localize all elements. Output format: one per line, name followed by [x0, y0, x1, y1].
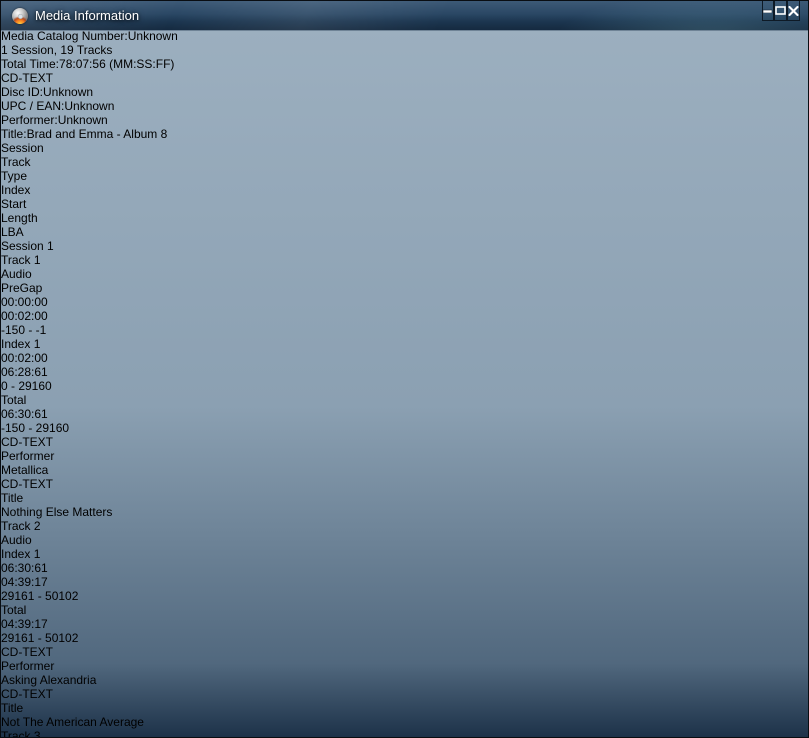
- cdtext-groupbox: CD-TEXT Disc ID:Unknown UPC / EAN:Unknow…: [1, 71, 808, 141]
- title-bar[interactable]: Media Information: [1, 1, 808, 31]
- table-cell: Asking Alexandria: [1, 673, 808, 687]
- disc-id-label: Disc ID:: [1, 85, 43, 99]
- table-cell: 0 - 29160: [1, 379, 808, 393]
- table-row[interactable]: CD-TEXTTitleNot The American Average: [1, 687, 808, 729]
- table-cell: -150 - 29160: [1, 421, 808, 435]
- cdtext-group-label: CD-TEXT: [1, 71, 808, 85]
- column-header-session[interactable]: Session: [1, 141, 808, 155]
- media-catalog-number-value: Unknown: [128, 29, 178, 43]
- disc-hole-icon-part: [18, 14, 23, 19]
- table-cell: CD-TEXT: [1, 687, 808, 701]
- table-cell: CD-TEXT: [1, 477, 808, 491]
- table-cell: 04:39:17: [1, 617, 808, 631]
- table-cell: 29161 - 50102: [1, 589, 808, 603]
- dialog-client-area: Information Volume Label:Brad and Emma -…: [1, 1, 808, 738]
- total-time-row: Total Time:78:07:56 (MM:SS:FF): [1, 57, 808, 71]
- media-catalog-number-row: Media Catalog Number:Unknown: [1, 29, 808, 43]
- performer-value: Unknown: [58, 113, 108, 127]
- column-header-start[interactable]: Start: [1, 197, 808, 211]
- table-cell: Index 1: [1, 547, 808, 561]
- table-cell: 00:00:00: [1, 295, 808, 309]
- table-cell: Title: [1, 491, 808, 505]
- table-row[interactable]: Session 1Track 1AudioPreGap00:00:0000:02…: [1, 239, 808, 337]
- disc-icon: [12, 8, 28, 24]
- table-row[interactable]: Track 2AudioIndex 106:30:6104:39:1729161…: [1, 519, 808, 603]
- table-cell: Session 1: [1, 239, 808, 253]
- close-button[interactable]: [787, 1, 800, 21]
- table-cell: 04:39:17: [1, 575, 808, 589]
- column-header-length[interactable]: Length: [1, 211, 808, 225]
- table-row[interactable]: CD-TEXTPerformerMetallica: [1, 435, 808, 477]
- table-cell: Track 1: [1, 253, 808, 267]
- table-cell: Track 3: [1, 729, 808, 738]
- column-header-index[interactable]: Index: [1, 183, 808, 197]
- upc-ean-value: Unknown: [64, 99, 114, 113]
- track-table-header: SessionTrackTypeIndexStartLengthLBA: [1, 141, 808, 239]
- table-cell: 00:02:00: [1, 351, 808, 365]
- table-row[interactable]: Index 100:02:0006:28:610 - 29160: [1, 337, 808, 393]
- total-time-value: 78:07:56 (MM:SS:FF): [59, 57, 174, 71]
- performer-label: Performer:: [1, 113, 58, 127]
- disc-id-value: Unknown: [43, 85, 93, 99]
- table-cell: 06:30:61: [1, 561, 808, 575]
- minimize-icon: [763, 9, 773, 13]
- media-information-window: Media Information Information: [0, 0, 809, 738]
- table-cell: Nothing Else Matters: [1, 505, 808, 519]
- upc-ean-label: UPC / EAN:: [1, 99, 64, 113]
- media-catalog-number-label: Media Catalog Number:: [1, 29, 128, 43]
- performer-row: Performer:Unknown: [1, 113, 808, 127]
- table-cell: Audio: [1, 533, 808, 547]
- table-cell: 00:02:00: [1, 309, 808, 323]
- table-cell: CD-TEXT: [1, 435, 808, 449]
- table-cell: 06:28:61: [1, 365, 808, 379]
- window-title: Media Information: [35, 8, 139, 23]
- column-header-type[interactable]: Type: [1, 169, 808, 183]
- table-cell: Audio: [1, 267, 808, 281]
- column-header-lba[interactable]: LBA: [1, 225, 808, 239]
- cdtext-fields: Disc ID:Unknown UPC / EAN:Unknown Perfor…: [1, 85, 808, 141]
- disc-id-row: Disc ID:Unknown: [1, 85, 808, 99]
- table-row[interactable]: CD-TEXTTitleNothing Else Matters: [1, 477, 808, 519]
- table-row[interactable]: Track 3AudioIndex 111:10:0305:02:3450103…: [1, 729, 808, 738]
- title-value: Brad and Emma - Album 8: [27, 127, 168, 141]
- column-header-track[interactable]: Track: [1, 155, 808, 169]
- track-listview: SessionTrackTypeIndexStartLengthLBA Sess…: [1, 141, 808, 738]
- session-track-count: 1 Session, 19 Tracks: [1, 43, 808, 57]
- table-cell: Title: [1, 701, 808, 715]
- table-cell: Not The American Average: [1, 715, 808, 729]
- table-cell: Metallica: [1, 463, 808, 477]
- table-cell: Total: [1, 603, 808, 617]
- session-summary-block: 1 Session, 19 Tracks Total Time:78:07:56…: [1, 43, 808, 71]
- table-row[interactable]: Total04:39:1729161 - 50102: [1, 603, 808, 645]
- upc-ean-row: UPC / EAN:Unknown: [1, 99, 808, 113]
- title-label: Title:: [1, 127, 27, 141]
- table-cell: Performer: [1, 449, 808, 463]
- total-time-label: Total Time:: [1, 57, 59, 71]
- table-cell: Performer: [1, 659, 808, 673]
- table-cell: Index 1: [1, 337, 808, 351]
- maximize-icon: [775, 6, 786, 15]
- table-cell: Track 2: [1, 519, 808, 533]
- table-cell: CD-TEXT: [1, 645, 808, 659]
- close-icon: [788, 6, 799, 16]
- track-table-body: Session 1Track 1AudioPreGap00:00:0000:02…: [1, 239, 808, 738]
- caption-buttons: [762, 1, 800, 21]
- minimize-button[interactable]: [762, 1, 774, 21]
- table-row[interactable]: CD-TEXTPerformerAsking Alexandria: [1, 645, 808, 687]
- table-cell: PreGap: [1, 281, 808, 295]
- title-row: Title:Brad and Emma - Album 8: [1, 127, 808, 141]
- table-cell: 06:30:61: [1, 407, 808, 421]
- table-cell: -150 - -1: [1, 323, 808, 337]
- table-cell: 29161 - 50102: [1, 631, 808, 645]
- maximize-button[interactable]: [774, 1, 787, 21]
- table-cell: Total: [1, 393, 808, 407]
- table-row[interactable]: Total06:30:61-150 - 29160: [1, 393, 808, 435]
